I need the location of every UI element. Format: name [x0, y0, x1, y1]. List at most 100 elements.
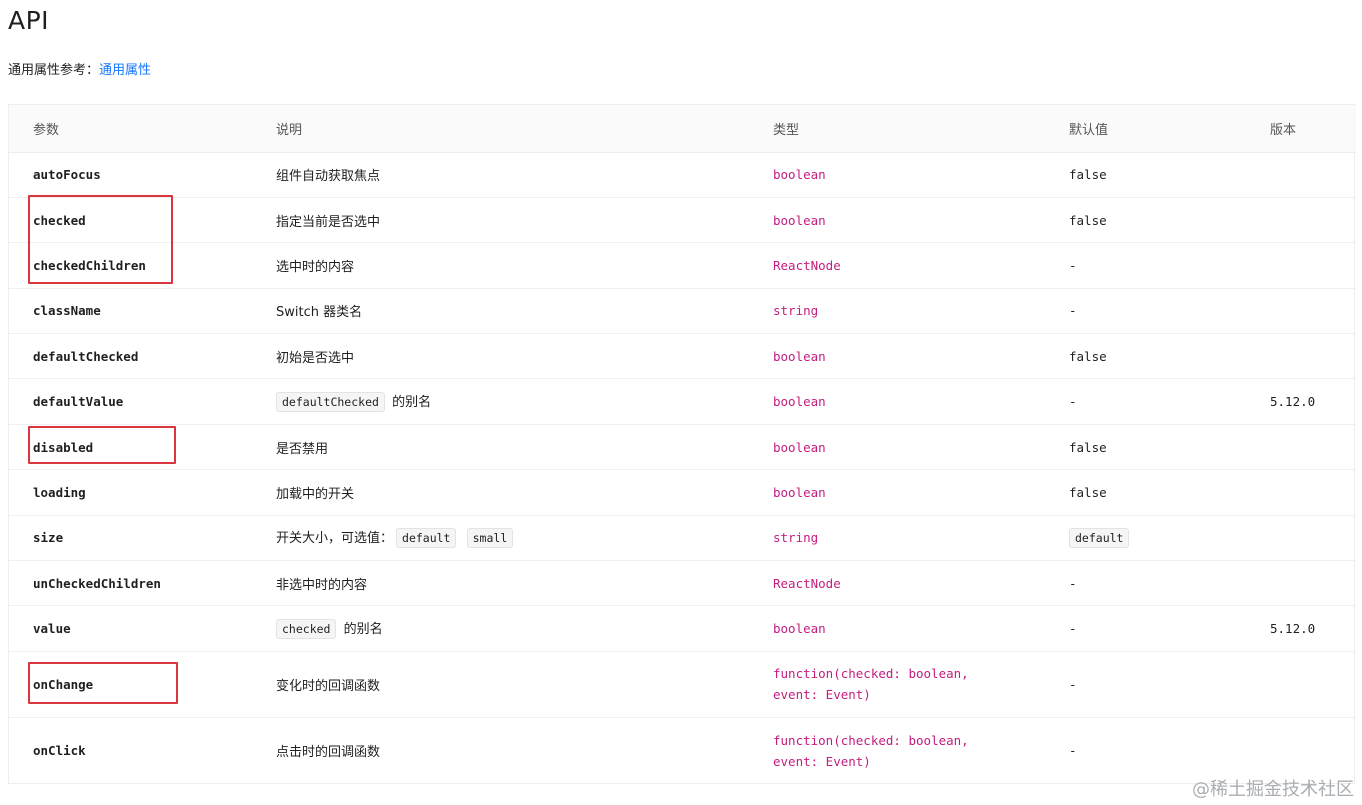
param-default: false	[1045, 333, 1246, 380]
inline-code: default	[396, 528, 457, 549]
param-default: default	[1045, 515, 1246, 562]
param-desc: 选中时的内容	[252, 242, 749, 289]
param-name: className	[9, 288, 252, 335]
table-row: loading 加载中的开关 boolean false	[9, 469, 1356, 516]
param-name: size	[9, 515, 252, 562]
param-desc: 变化时的回调函数	[252, 651, 749, 718]
param-name: onClick	[33, 743, 86, 759]
common-props-link[interactable]: 通用属性	[99, 63, 151, 78]
param-version: 5.12.0	[1246, 605, 1356, 652]
table-row: checkedChildren 选中时的内容 ReactNode -	[9, 242, 1356, 289]
param-default: false	[1045, 152, 1246, 198]
param-default: -	[1069, 743, 1077, 759]
table-row: disabled 是否禁用 boolean false	[9, 424, 1356, 471]
param-name: disabled	[9, 424, 252, 471]
param-type: boolean	[749, 424, 1045, 471]
param-type: string	[749, 288, 1045, 335]
table-row: onChange 变化时的回调函数 function(checked: bool…	[9, 651, 1356, 718]
param-type: ReactNode	[749, 242, 1045, 289]
param-desc: defaultChecked 的别名	[252, 378, 749, 425]
param-version	[1246, 197, 1356, 244]
param-version	[1246, 288, 1356, 335]
param-desc: 组件自动获取焦点	[252, 152, 749, 198]
param-name: autoFocus	[9, 152, 252, 198]
table-row: unCheckedChildren 非选中时的内容 ReactNode -	[9, 560, 1356, 607]
param-type: boolean	[749, 378, 1045, 425]
param-name: value	[9, 605, 252, 652]
param-name: unCheckedChildren	[9, 560, 252, 607]
param-name: defaultValue	[9, 378, 252, 425]
param-version	[1246, 560, 1356, 607]
table-row: defaultChecked 初始是否选中 boolean false	[9, 333, 1356, 380]
param-version	[1246, 152, 1356, 198]
param-default: false	[1045, 424, 1246, 471]
common-props-reference: 通用属性参考：通用属性	[8, 59, 151, 78]
param-name: defaultChecked	[9, 333, 252, 380]
param-default: -	[1045, 605, 1246, 652]
desc-text: 的别名	[343, 622, 383, 638]
param-version	[1246, 717, 1356, 783]
table-row: checked 指定当前是否选中 boolean false	[9, 197, 1356, 244]
inline-code: checked	[276, 619, 337, 640]
param-type: ReactNode	[749, 560, 1045, 607]
header-desc: 说明	[252, 105, 749, 153]
type-line: function(checked: boolean,	[773, 666, 969, 682]
param-desc: 加载中的开关	[252, 469, 749, 516]
watermark: @稀土掘金技术社区	[1192, 779, 1354, 800]
type-line: event: Event)	[773, 753, 871, 769]
table-row: className Switch 器类名 string -	[9, 288, 1356, 335]
param-type: boolean	[749, 152, 1045, 198]
param-type: function(checked: boolean, event: Event)	[749, 651, 1045, 718]
param-type: string	[749, 515, 1045, 562]
api-table-container: 参数 说明 类型 默认值 版本 autoFocus 组件自动获取焦点 boole…	[8, 104, 1356, 784]
param-desc: 开关大小，可选值： default small	[252, 515, 749, 562]
inline-code: small	[466, 528, 514, 549]
param-version	[1246, 242, 1356, 289]
inline-code: default	[1069, 527, 1130, 548]
param-version	[1246, 333, 1356, 380]
param-default: -	[1045, 242, 1246, 289]
param-name: checkedChildren	[9, 242, 252, 289]
param-type: boolean	[749, 605, 1045, 652]
param-default: -	[1045, 560, 1246, 607]
inline-code: defaultChecked	[276, 392, 385, 413]
header-param: 参数	[9, 105, 252, 153]
type-line: function(checked: boolean,	[773, 732, 969, 748]
header-type: 类型	[749, 105, 1045, 153]
table-row: value checked 的别名 boolean - 5.12.0	[9, 605, 1356, 652]
param-desc: 是否禁用	[252, 424, 749, 471]
param-desc: 指定当前是否选中	[252, 197, 749, 244]
param-type: boolean	[749, 469, 1045, 516]
table-row: size 开关大小，可选值： default small string defau…	[9, 515, 1356, 562]
param-version	[1246, 651, 1356, 718]
table-header-row: 参数 说明 类型 默认值 版本	[9, 105, 1356, 153]
param-version	[1246, 515, 1356, 562]
header-version: 版本	[1246, 105, 1356, 153]
type-line: event: Event)	[773, 687, 871, 703]
param-default: -	[1045, 378, 1246, 425]
common-props-prefix: 通用属性参考：	[8, 63, 100, 78]
param-type: boolean	[749, 197, 1045, 244]
param-version: 5.12.0	[1246, 378, 1356, 425]
desc-text: 的别名	[392, 395, 432, 411]
param-default: -	[1045, 288, 1246, 335]
param-default: -	[1045, 651, 1246, 718]
table-row: autoFocus 组件自动获取焦点 boolean false	[9, 152, 1356, 198]
header-default: 默认值	[1045, 105, 1246, 153]
param-name: onChange	[9, 651, 252, 718]
param-name: checked	[9, 197, 252, 244]
param-type: boolean	[749, 333, 1045, 380]
param-version	[1246, 469, 1356, 516]
desc-text: 开关大小，可选值：	[276, 531, 394, 547]
param-desc: Switch 器类名	[252, 288, 749, 335]
param-desc: 点击时的回调函数	[276, 745, 381, 761]
param-name: loading	[9, 469, 252, 516]
table-row: onClick 点击时的回调函数 function(checked: boole…	[9, 717, 1356, 783]
param-desc: 非选中时的内容	[252, 560, 749, 607]
param-version	[1246, 424, 1356, 471]
api-table: 参数 说明 类型 默认值 版本 autoFocus 组件自动获取焦点 boole…	[9, 105, 1356, 783]
page-title: API	[8, 6, 50, 35]
param-desc: 初始是否选中	[252, 333, 749, 380]
param-default: false	[1045, 197, 1246, 244]
table-row: defaultValue defaultChecked 的别名 boolean …	[9, 378, 1356, 425]
